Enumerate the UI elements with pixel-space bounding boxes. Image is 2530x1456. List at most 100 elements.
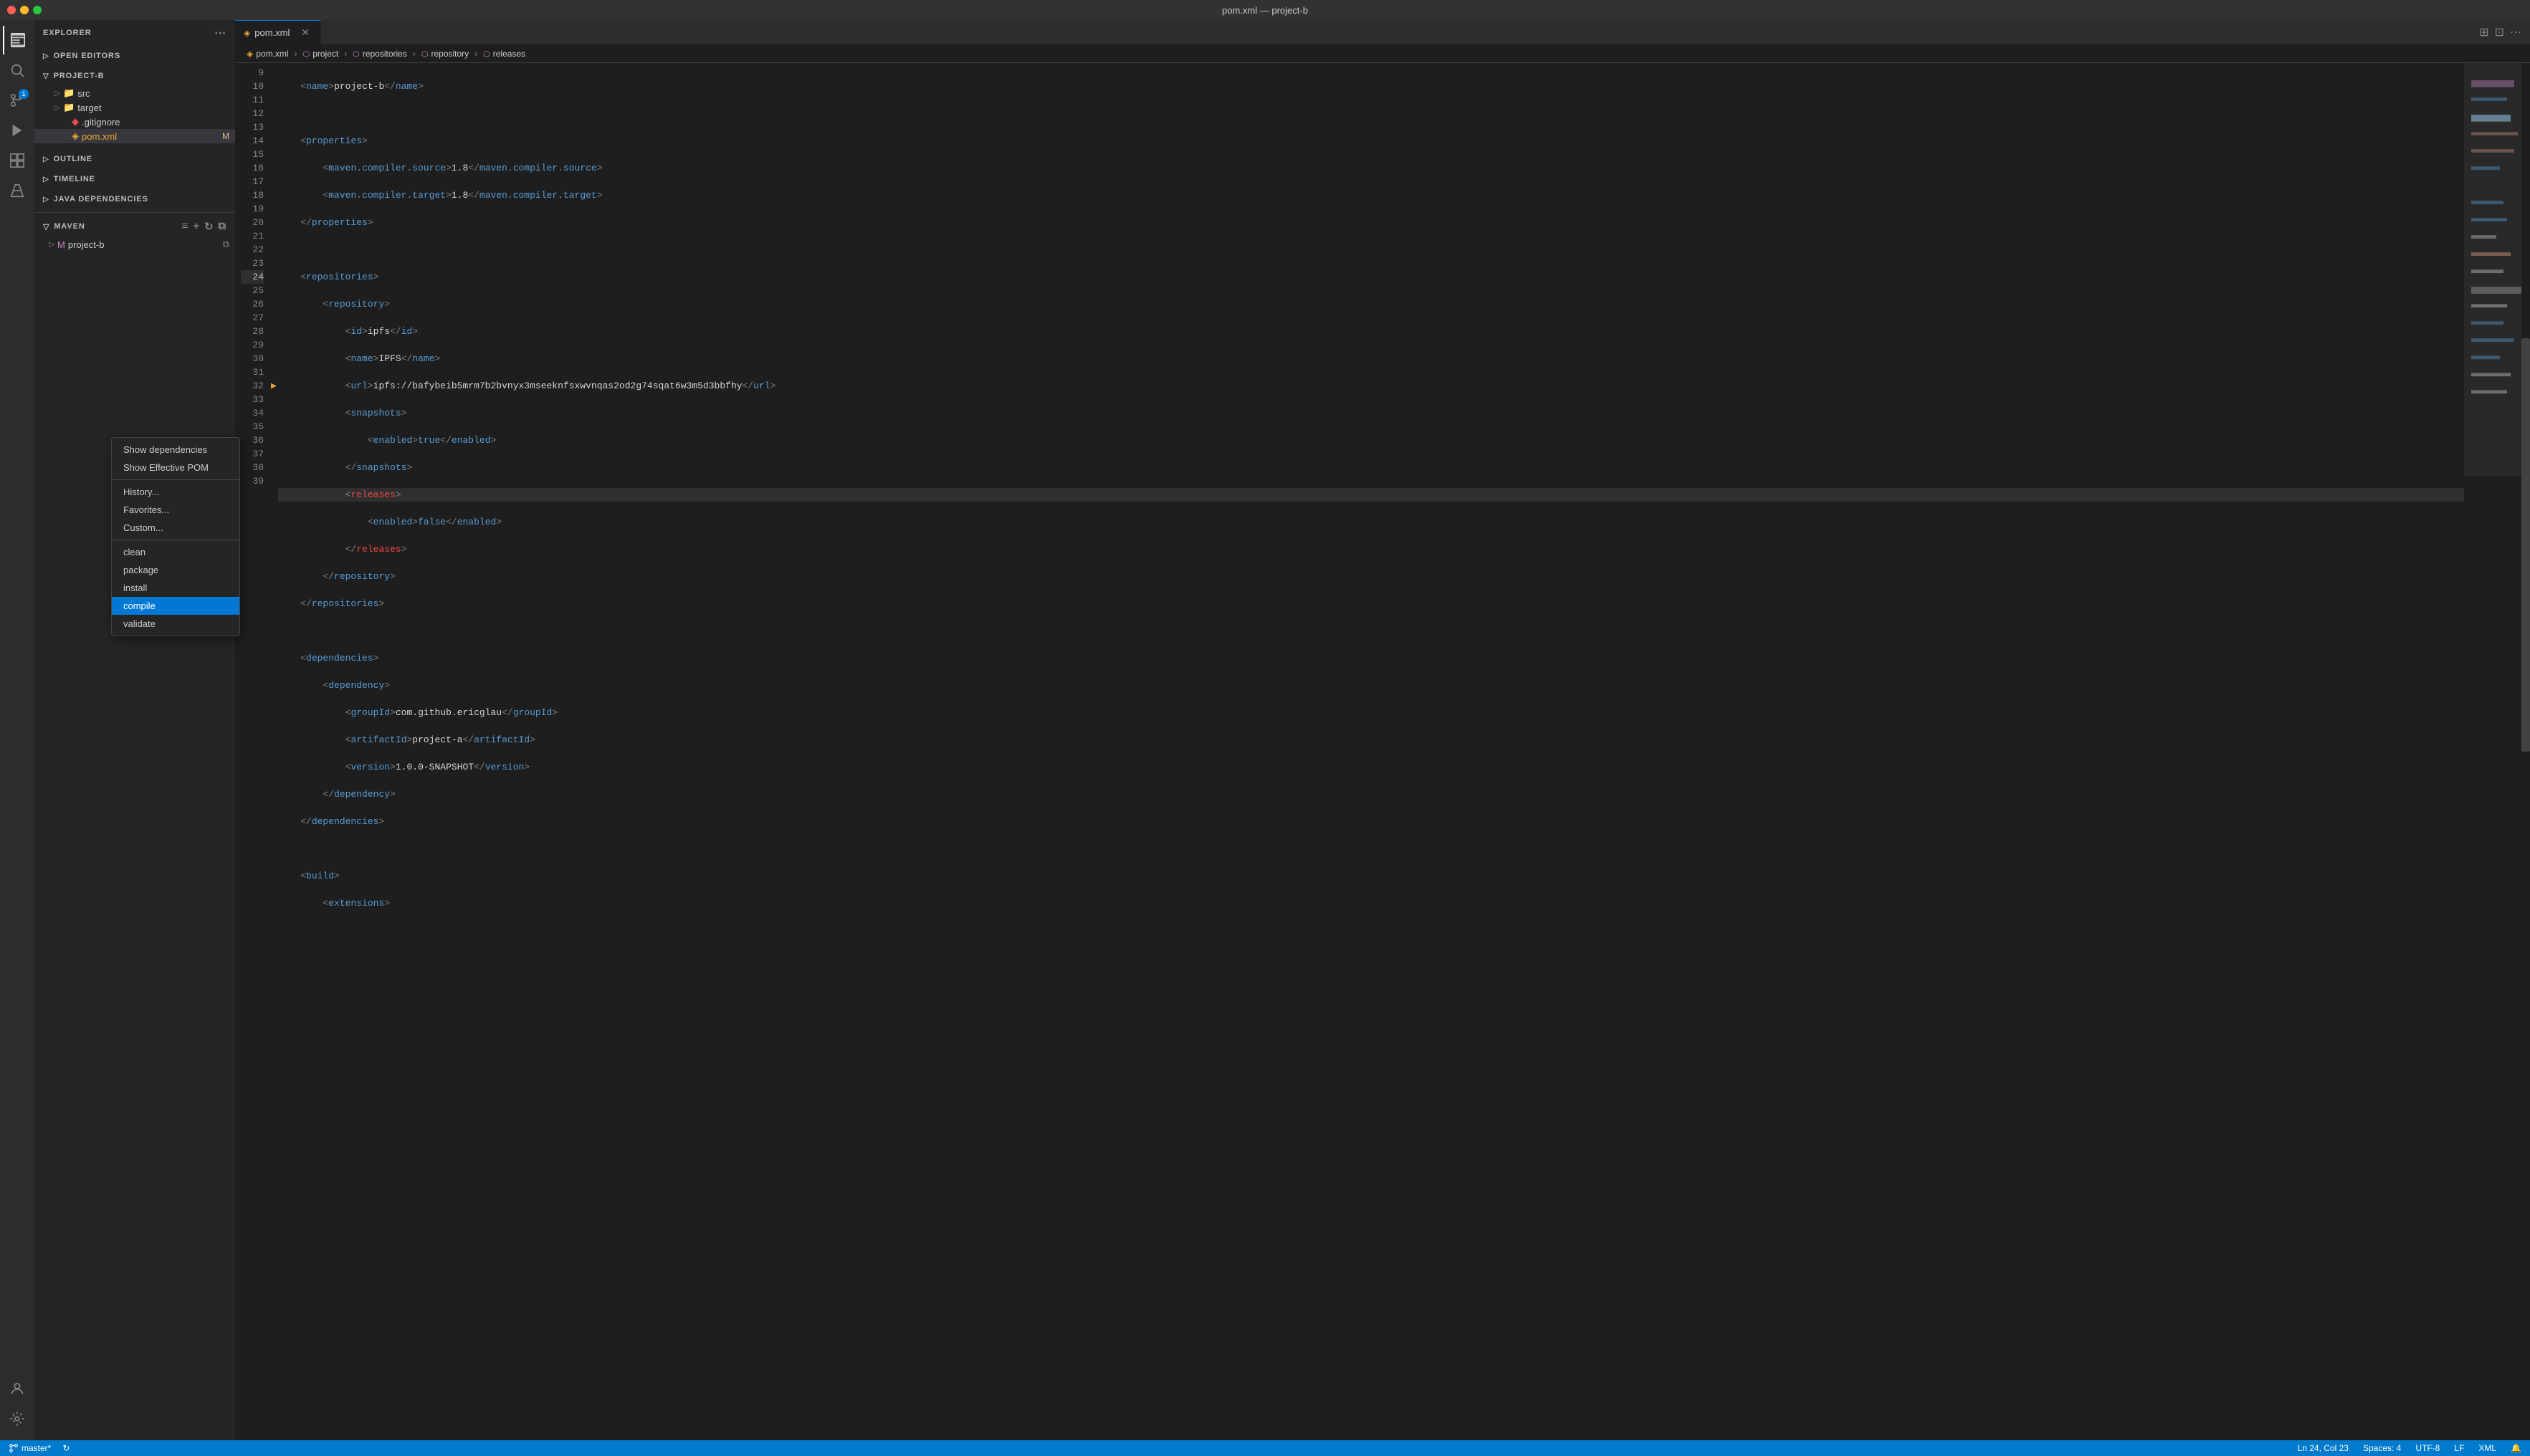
cursor-position-status[interactable]: Ln 24, Col 23 [2295, 1443, 2352, 1453]
line-10 [278, 107, 2464, 120]
encoding-status[interactable]: UTF-8 [2412, 1443, 2443, 1453]
context-menu-show-deps[interactable]: Show dependencies [112, 441, 235, 459]
maven-collapse-icon[interactable]: ⧉ [218, 220, 226, 233]
line-24: <releases> [278, 488, 2464, 502]
line-numbers: 9 10 11 12 13 14 15 16 17 18 19 20 21 22… [235, 63, 269, 1440]
outline-chevron: ▷ [43, 155, 49, 163]
breadcrumb-releases[interactable]: ⬡ releases [480, 48, 528, 59]
line-23: </snapshots> [278, 461, 2464, 474]
line-30: <dependencies> [278, 651, 2464, 665]
notifications-status[interactable]: 🔔 [2508, 1443, 2524, 1453]
spaces-status[interactable]: Spaces: 4 [2360, 1443, 2404, 1453]
maven-add-icon[interactable]: + [193, 220, 200, 233]
breadcrumb-pomxml[interactable]: ◈ pom.xml [244, 48, 292, 59]
breadcrumb-repositories[interactable]: ⬡ repositories [350, 48, 410, 59]
tabs-bar: ◈ pom.xml ✕ ⊞ ⊡ ⋯ [235, 20, 2530, 45]
context-menu-install[interactable]: install [112, 579, 235, 597]
settings-activity-icon[interactable] [3, 1404, 32, 1433]
breadcrumb-project[interactable]: ⬡ project [300, 48, 342, 59]
testing-activity-icon[interactable] [3, 176, 32, 205]
line-20: ▶<url>ipfs://bafybeib5mrm7b2bvnyx3mseekn… [278, 379, 2464, 393]
outline-header[interactable]: ▷ OUTLINE [34, 149, 235, 169]
context-menu-sep1 [112, 479, 235, 480]
language-status[interactable]: XML [2476, 1443, 2499, 1453]
explorer-activity-icon[interactable] [3, 26, 32, 54]
split-editor-icon[interactable]: ⊞ [2479, 25, 2488, 39]
line-18: <id>ipfs</id> [278, 325, 2464, 338]
run-activity-icon[interactable] [3, 116, 32, 145]
line-29 [278, 624, 2464, 638]
line-13: <maven.compiler.target>1.8</maven.compil… [278, 188, 2464, 202]
src-folder-icon: 📁 [63, 87, 75, 99]
breadcrumb-repository[interactable]: ⬡ repository [419, 48, 472, 59]
editor-area: ◈ pom.xml ✕ ⊞ ⊡ ⋯ ◈ pom.xml › ⬡ project … [235, 20, 2530, 1440]
breadcrumb-repo-label: repository [431, 49, 469, 59]
context-menu-favorites[interactable]: Favorites... [112, 501, 235, 519]
tree-item-src[interactable]: ▷ 📁 src [34, 86, 235, 100]
maven-project-item[interactable]: ▷ M project-b ⧉ [34, 237, 235, 252]
line-ending-label: LF [2454, 1443, 2464, 1453]
line-16: <repositories> [278, 270, 2464, 284]
more-actions-icon[interactable]: ⋯ [2510, 25, 2521, 39]
git-branch-status[interactable]: master* [6, 1443, 54, 1453]
activitybar-bottom [3, 1374, 32, 1440]
timeline-chevron: ▷ [43, 176, 49, 183]
tab-pomxml-label: pom.xml [254, 27, 290, 38]
line-34: <version>1.0.0-SNAPSHOT</version> [278, 760, 2464, 774]
layout-icon[interactable]: ⊡ [2495, 25, 2504, 39]
project-chevron: ▽ [43, 72, 49, 80]
line-35: </dependency> [278, 787, 2464, 801]
context-menu-clean[interactable]: clean [112, 543, 235, 561]
breadcrumb-project-icon: ⬡ [303, 49, 310, 59]
tab-pomxml[interactable]: ◈ pom.xml ✕ [235, 20, 321, 44]
context-menu-validate[interactable]: validate [112, 615, 235, 633]
git-branch-icon [9, 1443, 19, 1453]
maven-project-action[interactable]: ⧉ [223, 239, 229, 250]
java-deps-header[interactable]: ▷ JAVA DEPENDENCIES [34, 189, 235, 209]
minimize-button[interactable] [20, 6, 29, 14]
account-activity-icon[interactable] [3, 1374, 32, 1403]
context-menu-custom[interactable]: Custom... [112, 519, 235, 537]
sync-status[interactable]: ↻ [59, 1443, 72, 1453]
git-branch-label: master* [22, 1443, 51, 1453]
line-38: <build> [278, 869, 2464, 883]
context-menu-history[interactable]: History... [112, 483, 235, 501]
sidebar-more-icon[interactable]: ⋯ [214, 26, 226, 40]
close-button[interactable] [7, 6, 16, 14]
tree-item-gitignore[interactable]: ◆ .gitignore [34, 115, 235, 129]
source-control-activity-icon[interactable]: 1 [3, 86, 32, 115]
search-activity-icon[interactable] [3, 56, 32, 85]
maven-section: ▽ MAVEN ≡ + ↻ ⧉ ▷ M project-b ⧉ [34, 212, 235, 252]
line-26: </releases> [278, 542, 2464, 556]
project-header[interactable]: ▽ PROJECT-B [34, 66, 235, 86]
code-area[interactable]: <name>project-b</name> <properties> <mav… [269, 63, 2464, 1440]
line-36: </dependencies> [278, 815, 2464, 828]
line-39: <extensions> [278, 896, 2464, 910]
tab-pomxml-close[interactable]: ✕ [299, 27, 312, 39]
maven-list-icon[interactable]: ≡ [182, 220, 189, 233]
line-ending-status[interactable]: LF [2451, 1443, 2467, 1453]
tree-item-target[interactable]: ▷ 📁 target [34, 100, 235, 115]
maven-refresh-icon[interactable]: ↻ [204, 220, 214, 233]
scrollbar-track[interactable] [2521, 63, 2530, 1440]
status-left: master* ↻ [6, 1443, 72, 1453]
line-17: <repository> [278, 297, 2464, 311]
src-chevron-icon: ▷ [52, 90, 63, 97]
extensions-activity-icon[interactable] [3, 146, 32, 175]
tree-item-pomxml[interactable]: ◈ pom.xml M [34, 129, 235, 143]
context-menu-compile[interactable]: compile [112, 597, 235, 615]
line-25: <enabled>false</enabled> [278, 515, 2464, 529]
context-menu-show-effective-pom[interactable]: Show Effective POM [112, 459, 235, 476]
encoding-label: UTF-8 [2415, 1443, 2440, 1453]
line-22: <enabled>true</enabled> [278, 434, 2464, 447]
timeline-header[interactable]: ▷ TIMELINE [34, 169, 235, 189]
line-21: <snapshots> [278, 406, 2464, 420]
open-editors-header[interactable]: ▷ OPEN EDITORS [34, 46, 235, 66]
scrollbar-thumb[interactable] [2521, 338, 2530, 752]
source-control-badge: 1 [19, 89, 29, 99]
breadcrumb-pomxml-label: pom.xml [256, 49, 288, 59]
minimap-svg [2464, 63, 2521, 1440]
context-menu-package[interactable]: package [112, 561, 235, 579]
maven-header[interactable]: ▽ MAVEN ≡ + ↻ ⧉ [34, 216, 235, 237]
maximize-button[interactable] [33, 6, 42, 14]
